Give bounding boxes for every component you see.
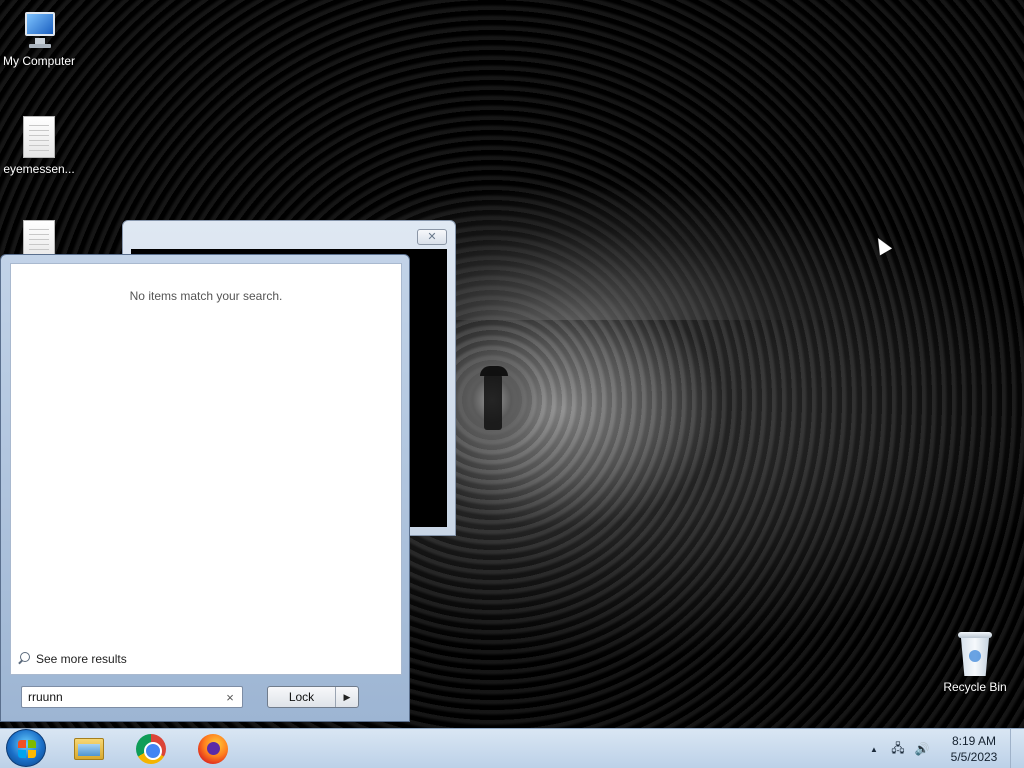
taskbar-app-firefox[interactable] bbox=[191, 732, 235, 766]
network-icon[interactable]: 🖧 bbox=[890, 739, 906, 760]
start-button[interactable] bbox=[6, 729, 46, 767]
show-desktop-button[interactable] bbox=[1010, 729, 1024, 768]
desktop-icon-label: eyemessen... bbox=[3, 162, 75, 176]
taskbar-app-chrome[interactable] bbox=[129, 732, 173, 766]
taskbar-clock[interactable]: 8:19 AM 5/5/2023 bbox=[944, 733, 1004, 765]
recycle-bin-icon bbox=[958, 632, 992, 676]
see-more-results-label: See more results bbox=[36, 652, 127, 666]
see-more-results-link[interactable]: See more results bbox=[17, 652, 127, 666]
window-close-button[interactable]: ✕ bbox=[417, 229, 447, 245]
notification-area: ▲ 🖧 🔊 bbox=[866, 732, 930, 766]
document-icon bbox=[23, 116, 55, 158]
no-results-message: No items match your search. bbox=[129, 289, 283, 303]
start-search-input[interactable] bbox=[28, 690, 224, 704]
desktop-icon-my-computer[interactable]: My Computer bbox=[0, 10, 79, 68]
desktop-icon-label: Recycle Bin bbox=[943, 680, 1007, 694]
folder-icon bbox=[74, 738, 104, 760]
power-options-arrow-icon[interactable]: ▶ bbox=[336, 687, 358, 707]
chrome-icon bbox=[136, 734, 166, 764]
power-button-group: Lock ▶ bbox=[267, 686, 359, 708]
clear-search-icon[interactable]: × bbox=[224, 690, 236, 705]
desktop-icon-eyemessenger[interactable]: eyemessen... bbox=[0, 116, 79, 176]
clock-time: 8:19 AM bbox=[951, 734, 997, 748]
taskbar-app-explorer[interactable] bbox=[67, 732, 111, 766]
figure-silhouette bbox=[484, 370, 502, 430]
clock-date: 5/5/2023 bbox=[950, 750, 998, 764]
show-hidden-icons-button[interactable]: ▲ bbox=[866, 745, 882, 754]
desktop-icon-recycle-bin[interactable]: Recycle Bin bbox=[935, 632, 1015, 694]
start-menu: No items match your search. See more res… bbox=[0, 254, 410, 722]
firefox-icon bbox=[198, 734, 228, 764]
computer-icon bbox=[19, 10, 59, 50]
search-icon bbox=[17, 652, 31, 666]
volume-icon[interactable]: 🔊 bbox=[914, 742, 930, 756]
lock-button[interactable]: Lock bbox=[268, 687, 336, 707]
windows-logo-icon bbox=[18, 740, 36, 758]
search-results-panel: No items match your search. See more res… bbox=[10, 263, 402, 675]
start-search-box[interactable]: × bbox=[21, 686, 243, 708]
desktop-icon-label: My Computer bbox=[2, 54, 76, 68]
